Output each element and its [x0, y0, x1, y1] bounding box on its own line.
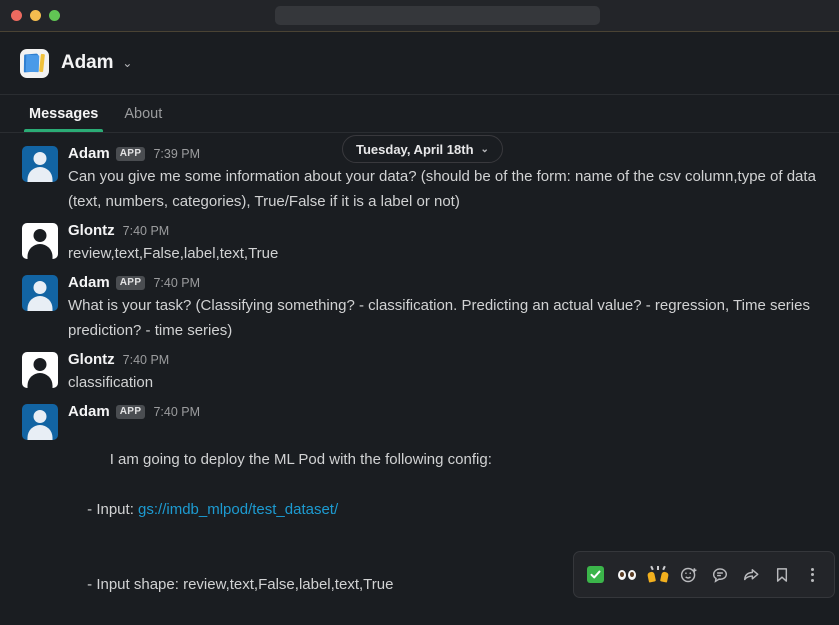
- message-timestamp[interactable]: 7:40 PM: [123, 222, 170, 240]
- dataset-link[interactable]: gs://imdb_mlpod/test_dataset/: [138, 501, 338, 518]
- search-input[interactable]: [275, 6, 600, 25]
- config-input-label: - Input:: [83, 501, 138, 518]
- message-sender[interactable]: Glontz: [68, 222, 115, 240]
- save-message-icon[interactable]: [768, 561, 795, 588]
- raised-hands-icon: [648, 566, 668, 583]
- message-actions-toolbar: [573, 551, 835, 598]
- message-item[interactable]: Glontz 7:40 PM review,text,False,label,t…: [0, 218, 839, 270]
- tab-about-label: About: [124, 106, 162, 122]
- message-item[interactable]: Glontz 7:40 PM classification: [0, 347, 839, 399]
- message-text: Can you give me some information about y…: [68, 164, 819, 214]
- avatar[interactable]: [22, 146, 58, 182]
- message-sender[interactable]: Adam: [68, 145, 110, 163]
- message-body: Glontz 7:40 PM classification: [68, 351, 819, 395]
- tab-about[interactable]: About: [111, 95, 175, 132]
- message-timestamp[interactable]: 7:40 PM: [153, 403, 200, 421]
- date-divider-pill[interactable]: Tuesday, April 18th ⌄: [342, 135, 503, 163]
- message-header: Glontz 7:40 PM: [68, 351, 819, 369]
- vertical-dots-icon: [811, 568, 814, 582]
- raised-hands-reaction[interactable]: [644, 561, 671, 588]
- message-text: review,text,False,label,text,True: [68, 241, 819, 266]
- app-badge: APP: [116, 276, 146, 290]
- notebook-pencil-icon: [20, 49, 49, 78]
- page-title[interactable]: Adam: [61, 52, 113, 74]
- channel-header: Adam ⌄: [0, 32, 839, 95]
- message-text: What is your task? (Classifying somethin…: [68, 293, 819, 343]
- message-sender[interactable]: Adam: [68, 403, 110, 421]
- app-badge: APP: [116, 147, 146, 161]
- date-divider-label: Tuesday, April 18th: [356, 142, 474, 157]
- reply-in-thread-icon[interactable]: [706, 561, 733, 588]
- chevron-down-icon[interactable]: ⌄: [122, 57, 132, 69]
- maximize-window-button[interactable]: [49, 10, 60, 21]
- close-window-button[interactable]: [11, 10, 22, 21]
- tab-messages[interactable]: Messages: [16, 95, 111, 132]
- avatar[interactable]: [22, 275, 58, 311]
- tab-messages-label: Messages: [29, 106, 98, 122]
- message-header: Adam APP 7:40 PM: [68, 274, 819, 292]
- message-text: classification: [68, 370, 819, 395]
- config-input-line: - Input: gs://imdb_mlpod/test_dataset/: [68, 497, 819, 522]
- message-header: Glontz 7:40 PM: [68, 222, 819, 240]
- avatar[interactable]: [22, 223, 58, 259]
- message-body: Glontz 7:40 PM review,text,False,label,t…: [68, 222, 819, 266]
- white-check-mark-reaction[interactable]: [582, 561, 609, 588]
- eyes-icon: [618, 570, 636, 580]
- message-header: Adam APP 7:40 PM: [68, 403, 819, 421]
- white-check-mark-icon: [587, 566, 604, 583]
- avatar[interactable]: [22, 352, 58, 388]
- window-controls: [0, 10, 60, 21]
- avatar[interactable]: [22, 404, 58, 440]
- message-body: Adam APP 7:40 PM What is your task? (Cla…: [68, 274, 819, 343]
- window-titlebar: [0, 0, 839, 32]
- forward-message-icon[interactable]: [737, 561, 764, 588]
- message-sender[interactable]: Glontz: [68, 351, 115, 369]
- slack-app-window: Adam ⌄ Messages About Tuesday, April 18t…: [0, 0, 839, 625]
- message-sender[interactable]: Adam: [68, 274, 110, 292]
- message-timestamp[interactable]: 7:40 PM: [123, 351, 170, 369]
- minimize-window-button[interactable]: [30, 10, 41, 21]
- chevron-down-icon: ⌄: [481, 144, 489, 155]
- more-actions-icon[interactable]: [799, 561, 826, 588]
- message-timestamp[interactable]: 7:39 PM: [153, 145, 200, 163]
- add-reaction-icon[interactable]: [675, 561, 702, 588]
- app-badge: APP: [116, 405, 146, 419]
- config-intro-line: I am going to deploy the ML Pod with the…: [110, 451, 492, 468]
- message-item[interactable]: Adam APP 7:40 PM What is your task? (Cla…: [0, 270, 839, 347]
- message-timestamp[interactable]: 7:40 PM: [153, 274, 200, 292]
- eyes-reaction[interactable]: [613, 561, 640, 588]
- tab-bar: Messages About: [0, 95, 839, 133]
- message-list: Tuesday, April 18th ⌄ Adam APP 7:39 PM C…: [0, 133, 839, 625]
